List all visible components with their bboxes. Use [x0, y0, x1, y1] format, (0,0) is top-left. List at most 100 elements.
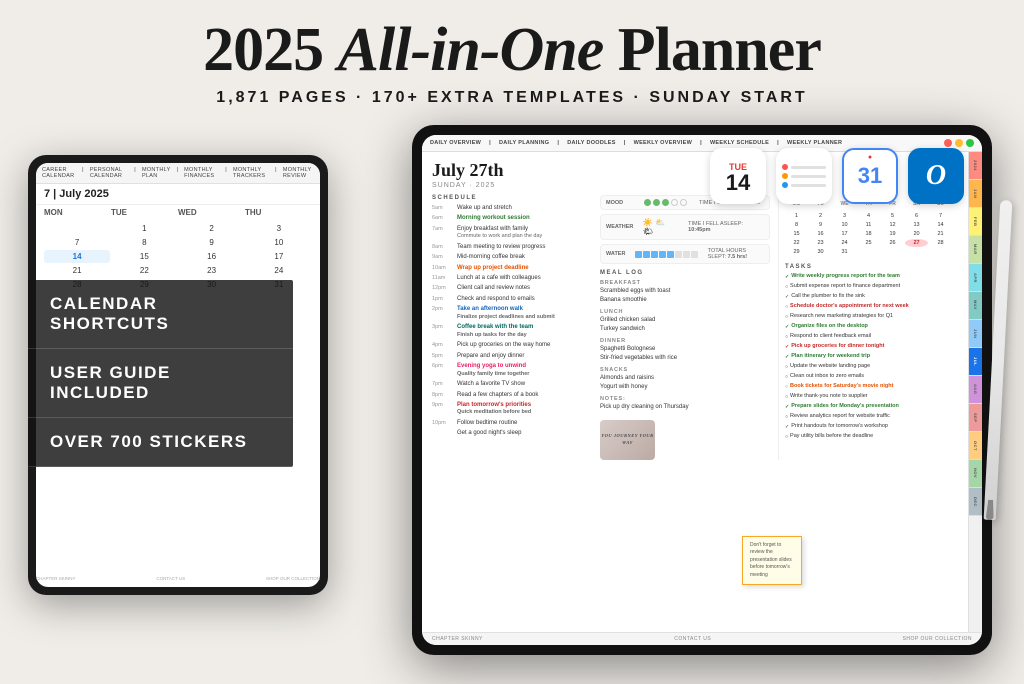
tab-5[interactable]: APR — [969, 264, 982, 292]
nav-weekly-schedule[interactable]: WEEKLY SCHEDULE — [710, 140, 769, 146]
snacks-label: SNACKS — [600, 367, 770, 373]
left-tablet-date: 7 | July 2025 — [36, 184, 320, 205]
tab-2[interactable]: JAN — [969, 180, 982, 208]
dinner-items: Spaghetti BologneseStir-fried vegetables… — [600, 345, 770, 363]
sched-5am: 5amWake up and stretch — [432, 204, 592, 212]
left-tablet-topbar: CAREER CALENDAR | PERSONAL CALENDAR | MO… — [36, 163, 320, 184]
sched-1pm: 1pmCheck and respond to emails — [432, 295, 592, 303]
sched-7am: 7amEnjoy breakfast with familyCommute to… — [432, 225, 592, 241]
tab-8[interactable]: JUL — [969, 348, 982, 376]
left-tablet-cal-header: MONTUEWEDTHU — [36, 205, 320, 220]
nav-dot-green[interactable] — [966, 139, 974, 147]
sched-12pm: 12pmClient call and review notes — [432, 284, 592, 292]
subtitle: 1,871 PAGES · 170+ EXTRA TEMPLATES · SUN… — [0, 89, 1024, 107]
tab-strip: 2024 JAN FEB MAR APR MAY JUN JUL AUG SEP… — [968, 152, 982, 632]
sched-6am: 6amMorning workout session — [432, 214, 592, 222]
snacks-items: Almonds and raisinsYogurt with honey — [600, 374, 770, 392]
outlook-icon[interactable]: O — [908, 148, 964, 204]
nav-dot-yellow[interactable] — [955, 139, 963, 147]
tab-7[interactable]: JUN — [969, 320, 982, 348]
task-3: ✓Call the plumber to fix the sink — [785, 293, 952, 301]
meal-log-label: MEAL LOG — [600, 270, 770, 276]
task-14: ✓Prepare slides for Monday's presentatio… — [785, 403, 952, 411]
app-icons-row: TUE 14 31 ● O — [710, 148, 964, 204]
topbar-personal[interactable]: PERSONAL CALENDAR — [90, 167, 128, 179]
right-panel: MOTUWETHFRSASU 1234567 891011121314 1516… — [778, 195, 958, 460]
nav-daily-doodles[interactable]: DAILY DOODLES — [567, 140, 616, 146]
title-area: 2025 All-in-One Planner 1,871 PAGES · 17… — [0, 0, 1024, 107]
nav-dot-red[interactable] — [944, 139, 952, 147]
topbar-career[interactable]: CAREER CALENDAR — [42, 167, 76, 179]
topbar-review[interactable]: MONTHLY REVIEW — [283, 167, 314, 179]
middle-col: MOOD TIME I GOT UP: 5:05am — [600, 195, 770, 460]
sched-9am: 9amMid-morning coffee break — [432, 253, 592, 261]
tab-4[interactable]: MAR — [969, 236, 982, 264]
task-12: ○Book tickets for Saturday's movie night — [785, 383, 952, 391]
task-16: ✓Print handouts for tomorrow's workshop — [785, 423, 952, 431]
tab-9[interactable]: AUG — [969, 376, 982, 404]
nav-weekly-overview[interactable]: WEEKLY OVERVIEW — [634, 140, 693, 146]
topbar-monthly-plan[interactable]: MONTHLY PLAN — [142, 167, 170, 179]
calendar-day-num: 14 — [726, 172, 750, 194]
task-7: ○Respond to client feedback email — [785, 333, 952, 341]
sched-4pm: 4pmPick up groceries on the way home — [432, 341, 592, 349]
task-11: ○Clean out inbox to zero emails — [785, 373, 952, 381]
sticky-note: Don't forget to review the presentation … — [742, 536, 802, 586]
tab-11[interactable]: OCT — [969, 432, 982, 460]
topbar-trackers[interactable]: MONTHLY TRACKERS — [233, 167, 269, 179]
planner-bottom-bar: CHAPTER SKINNY CONTACT US SHOP OUR COLLE… — [422, 632, 982, 645]
task-8: ✓Pick up groceries for dinner tonight — [785, 343, 952, 351]
topbar-finances[interactable]: MONTHLY FINANCES — [184, 167, 219, 179]
tab-10[interactable]: SEP — [969, 404, 982, 432]
feature-badge-shortcuts: CALENDAR SHORTCUTS — [28, 280, 293, 349]
planner-two-col: SCHEDULE 5amWake up and stretch 6amMorni… — [432, 195, 958, 460]
bottom-chapter: CHAPTER SKINNY — [432, 636, 483, 642]
tab-13[interactable]: DEC — [969, 488, 982, 516]
sched-10am: 10amWrap up project deadline — [432, 264, 592, 272]
meal-section: MEAL LOG BREAKFAST Scrambled eggs with t… — [600, 270, 770, 412]
notes-text: Pick up dry cleaning on Thursday — [600, 403, 770, 412]
nav-daily-planning[interactable]: DAILY PLANNING — [499, 140, 549, 146]
right-tablet: DAILY OVERVIEW | DAILY PLANNING | DAILY … — [412, 125, 992, 655]
task-15: ○Review analytics report for website tra… — [785, 413, 952, 421]
left-tablet-footer-left: CHAPTER SKINNY — [36, 576, 76, 581]
reminders-lines — [776, 156, 832, 196]
title-suffix: Planner — [603, 16, 821, 84]
task-9: ✓Plan itinerary for weekend trip — [785, 353, 952, 361]
weather-tracker: WEATHER ☀️ ⛅ 🌤 TIME I FELL ASLEEP: 10:45… — [600, 214, 770, 240]
dinner-label: DINNER — [600, 338, 770, 344]
feature-badge-guide: USER GUIDE INCLUDED — [28, 349, 293, 418]
sched-6pm: 6pmEvening yoga to unwindQuality family … — [432, 362, 592, 378]
nav-daily-overview[interactable]: DAILY OVERVIEW — [430, 140, 481, 146]
google-calendar-icon[interactable]: 31 ● — [842, 148, 898, 204]
ios-calendar-icon[interactable]: TUE 14 — [710, 148, 766, 204]
left-tablet-footer-center: CONTACT US — [156, 576, 185, 581]
nav-dots — [944, 139, 974, 147]
lunch-label: LUNCH — [600, 309, 770, 315]
task-2: ○Submit expense report to finance depart… — [785, 283, 952, 291]
tasks-section: TASKS ✓Write weekly progress report for … — [785, 264, 952, 443]
bottom-shop: SHOP OUR COLLECTION — [903, 636, 972, 642]
sched-3pm: 3pmCoffee break with the teamFinish up t… — [432, 323, 592, 339]
mini-cal-grid: 1234567 891011121314 15161718192021 2223… — [785, 212, 952, 256]
lunch-items: Grilled chicken saladTurkey sandwich — [600, 316, 770, 334]
nav-weekly-planner[interactable]: WEEKLY PLANNER — [787, 140, 842, 146]
bottom-contact: CONTACT US — [674, 636, 711, 642]
left-tablet-footer-right: SHOP OUR COLLECTION — [266, 576, 320, 581]
tab-12[interactable]: NOV — [969, 460, 982, 488]
tab-1[interactable]: 2024 — [969, 152, 982, 180]
tab-3[interactable]: FEB — [969, 208, 982, 236]
inspirational-box: YOU JOURNEY YOUR WAY — [600, 420, 655, 460]
sched-8pm: 8pmRead a few chapters of a book — [432, 391, 592, 399]
reminders-icon[interactable] — [776, 148, 832, 204]
task-5: ○Research new marketing strategies for Q… — [785, 313, 952, 321]
feature-badges: CALENDAR SHORTCUTS USER GUIDE INCLUDED O… — [28, 280, 293, 467]
sched-8am: 8amTeam meeting to review progress — [432, 243, 592, 251]
planner-content: July 27th SUNDAY · 2025 SCHEDULE 5amWake… — [422, 152, 968, 632]
tasks-label: TASKS — [785, 264, 952, 270]
inspirational-text: YOU JOURNEY YOUR WAY — [600, 433, 655, 447]
sched-11am: 11amLunch at a cafe with colleagues — [432, 274, 592, 282]
tab-6[interactable]: MAY — [969, 292, 982, 320]
title-italic: All-in-One — [338, 16, 604, 84]
notes-label: NOTES: — [600, 396, 770, 402]
